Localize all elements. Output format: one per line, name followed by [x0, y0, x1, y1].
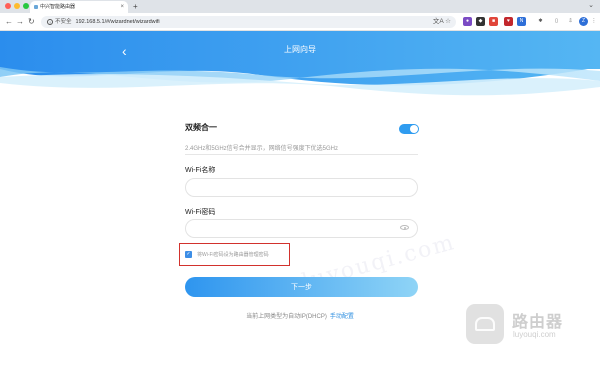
forward-arrow-icon[interactable]: →: [16, 16, 24, 28]
extension-icon[interactable]: ■: [489, 17, 498, 26]
bookmark-star-icon[interactable]: ☆: [445, 18, 451, 25]
watermark-domain: luyouqi.com: [513, 330, 556, 339]
url-text[interactable]: 192.168.5.1/#/wizardnet/wizardwifi: [76, 19, 160, 25]
minimize-window-button[interactable]: [14, 3, 20, 9]
wizard-header: [0, 31, 600, 101]
profile-avatar[interactable]: Z: [579, 17, 588, 26]
connection-type-text: 当前上网类型为自动IP(DHCP): [246, 314, 327, 320]
toggle-knob: [410, 125, 418, 133]
puzzle-icon[interactable]: ✱: [536, 17, 545, 26]
extension-icon[interactable]: ◆: [476, 17, 485, 26]
wave-banner: [0, 31, 600, 96]
address-bar[interactable]: ! 不安全 192.168.5.1/#/wizardnet/wizardwifi 文…: [41, 16, 456, 28]
page-title: 上网向导: [284, 45, 316, 54]
dual-band-description: 2.4GHz和5GHz信号合并显示，网络信号强度下优选5GHz: [185, 146, 339, 152]
browser-tab[interactable]: 中兴智能路由器 ×: [30, 1, 128, 13]
next-step-button[interactable]: 下一步: [185, 277, 418, 297]
back-arrow-icon[interactable]: ←: [5, 16, 13, 28]
watermark-router-icon: [466, 304, 504, 344]
extension-icon[interactable]: ●: [463, 17, 472, 26]
new-tab-button[interactable]: +: [133, 1, 138, 12]
translate-icon[interactable]: 文A: [433, 18, 443, 25]
watermark-brand: 路由器: [512, 314, 564, 331]
section-divider: [185, 154, 418, 155]
router-favicon-icon: [34, 5, 38, 9]
close-window-button[interactable]: [5, 3, 11, 9]
connection-type-footer: 当前上网类型为自动IP(DHCP) 手动配置: [0, 311, 600, 320]
security-status: 不安全: [55, 19, 72, 25]
ssid-input[interactable]: [185, 178, 418, 197]
sidebar-icon[interactable]: ▯: [552, 17, 561, 26]
tab-title: 中兴智能路由器: [40, 4, 76, 10]
extension-icon[interactable]: ♥: [504, 17, 513, 26]
warning-icon: !: [47, 19, 53, 25]
manual-config-link[interactable]: 手动配置: [330, 314, 354, 320]
sync-password-checkbox[interactable]: ✓: [185, 251, 192, 258]
extension-icon[interactable]: N: [517, 17, 526, 26]
omnibox-actions: 文A ☆: [433, 16, 451, 28]
browser-tab-strip: 中兴智能路由器 × + ⌄: [0, 0, 600, 13]
sync-password-label[interactable]: 将Wi-Fi密码设为路由器管理密码: [197, 251, 269, 259]
ssid-label: Wi-Fi名称: [185, 167, 216, 174]
password-input[interactable]: [185, 219, 418, 238]
dual-band-toggle[interactable]: [399, 124, 419, 134]
tab-list-chevron-icon[interactable]: ⌄: [588, 1, 594, 9]
browser-toolbar: ← → ↻ ! 不安全 192.168.5.1/#/wizardnet/wizard…: [0, 13, 600, 31]
menu-icon[interactable]: ⋮: [591, 17, 597, 26]
download-icon[interactable]: ⇩: [566, 17, 575, 26]
close-tab-icon[interactable]: ×: [120, 1, 124, 13]
dual-band-title: 双频合一: [185, 123, 217, 132]
maximize-window-button[interactable]: [23, 3, 29, 9]
reload-icon[interactable]: ↻: [28, 16, 35, 28]
password-label: Wi-Fi密码: [185, 209, 216, 216]
show-password-eye-icon[interactable]: [400, 225, 409, 230]
